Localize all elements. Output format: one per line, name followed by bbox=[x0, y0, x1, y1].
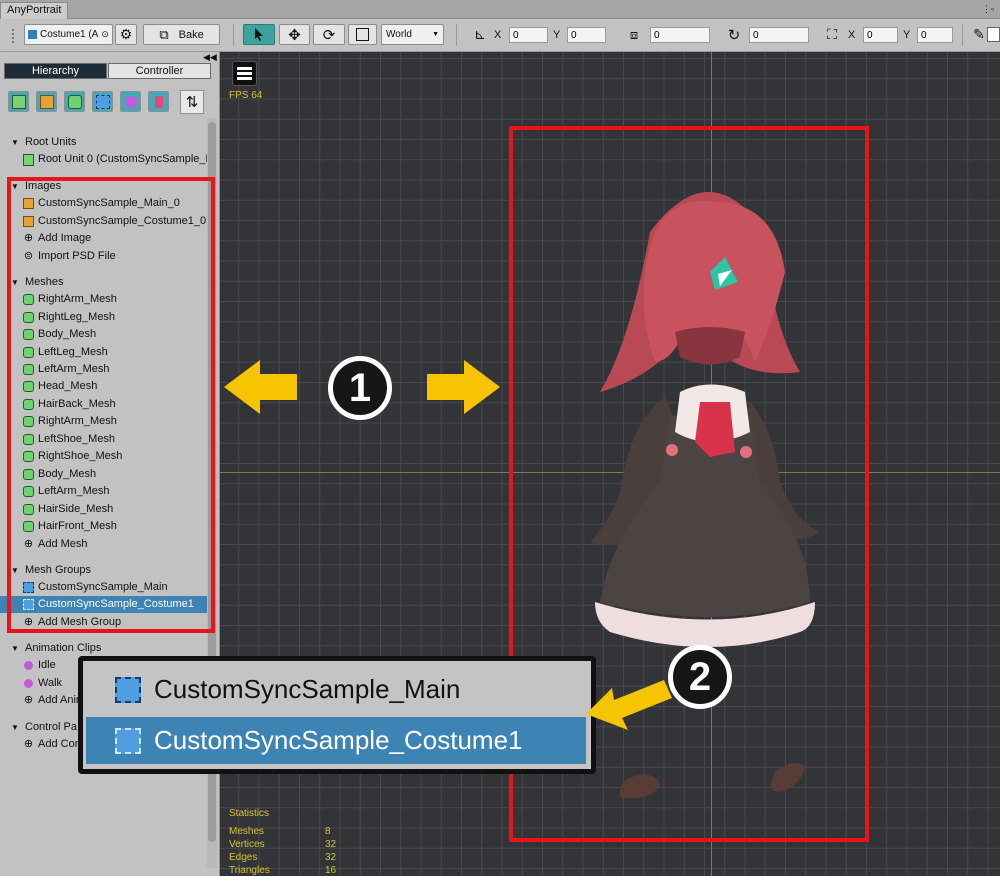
root-unit-icon bbox=[23, 153, 34, 166]
select-tool-button[interactable] bbox=[243, 24, 275, 45]
image-filter-button[interactable] bbox=[36, 91, 57, 112]
move-icon: ✥ bbox=[288, 26, 301, 44]
rotation-icon: ↻ bbox=[727, 26, 741, 44]
scale-tool-button[interactable] bbox=[348, 24, 377, 45]
mesh-icon bbox=[67, 94, 82, 109]
position-axis-icon: ⊾ bbox=[474, 26, 486, 42]
add-icon: ⊕ bbox=[23, 694, 34, 706]
cursor-icon bbox=[255, 28, 263, 41]
step-badge-1: 1 bbox=[328, 356, 392, 420]
collapse-panel-icon[interactable]: ◀◀ bbox=[203, 52, 217, 63]
image-icon bbox=[39, 94, 54, 109]
root-unit-filter-button[interactable] bbox=[8, 91, 29, 112]
window-menu-icon[interactable]: ⋮▫ bbox=[982, 4, 994, 15]
rotate-tool-button[interactable]: ⟳ bbox=[313, 24, 345, 45]
fps-counter: FPS 64 bbox=[229, 90, 263, 101]
section-animation-clips[interactable]: ▼ Animation Clips bbox=[0, 640, 207, 657]
export-icon: ⧉ bbox=[159, 26, 169, 42]
position-x-label: X bbox=[494, 29, 502, 41]
sort-button[interactable]: ⇅ bbox=[180, 90, 204, 114]
toolbar-grip bbox=[12, 29, 18, 43]
window-tab[interactable]: AnyPortrait bbox=[0, 2, 69, 19]
palette-icon bbox=[986, 27, 1000, 42]
stat-row: Vertices 32 bbox=[229, 839, 337, 850]
scale-axis-icon: ⛶ bbox=[827, 26, 837, 42]
animation-filter-button[interactable] bbox=[120, 91, 141, 112]
left-arrow-icon bbox=[224, 360, 297, 414]
space-select[interactable]: World ▼ bbox=[381, 24, 444, 45]
statistics-title: Statistics bbox=[229, 808, 270, 819]
play-icon bbox=[23, 678, 34, 689]
statistics-panel: Statistics Meshes 8 Vertices 32 Edges 32 Tr… bbox=[229, 807, 337, 876]
mesh-group-icon bbox=[95, 94, 110, 109]
sort-icon: ⇅ bbox=[185, 94, 199, 111]
toolbar-divider bbox=[233, 24, 234, 46]
viewport-menu-button[interactable] bbox=[232, 61, 257, 86]
bake-label: Bake bbox=[178, 28, 204, 41]
step-badge-2: 2 bbox=[668, 645, 732, 709]
root-unit-icon bbox=[11, 94, 26, 109]
zoom-item-main: CustomSyncSample_Main bbox=[86, 666, 586, 713]
toolbar-divider bbox=[962, 24, 963, 46]
scale-x-field[interactable] bbox=[863, 27, 898, 43]
dropdown-arrow-icon: ▼ bbox=[432, 31, 439, 38]
expand-arrow-icon[interactable]: ▼ bbox=[11, 719, 19, 736]
hierarchy-highlight-frame bbox=[7, 177, 215, 633]
control-param-icon bbox=[154, 95, 163, 108]
settings-button[interactable]: ⚙ bbox=[115, 24, 137, 45]
scale-y-field[interactable] bbox=[917, 27, 953, 43]
move-tool-button[interactable]: ✥ bbox=[279, 24, 310, 45]
position-y-field[interactable] bbox=[567, 27, 606, 43]
rotate-icon: ⟳ bbox=[322, 26, 336, 44]
tree-item-root-unit[interactable]: Root Unit 0 (CustomSyncSample_M bbox=[0, 151, 207, 168]
rotation-field[interactable] bbox=[749, 27, 809, 43]
right-arrow-icon bbox=[427, 360, 500, 414]
mesh-group-icon bbox=[114, 676, 142, 704]
toolbar: Costume1 (A ⊙ ⚙ ⧉ Bake ✥ ⟳ World ▼ ⊾ X Y… bbox=[0, 19, 1000, 52]
depth-field[interactable] bbox=[650, 27, 710, 43]
mesh-group-select-label: Costume1 (A bbox=[40, 29, 99, 40]
mesh-group-icon bbox=[28, 30, 37, 39]
space-select-label: World bbox=[386, 29, 412, 40]
position-y-label: Y bbox=[553, 29, 561, 41]
gear-icon: ⚙ bbox=[119, 26, 133, 42]
mesh-group-select[interactable]: Costume1 (A ⊙ bbox=[24, 24, 113, 45]
diagonal-arrow-icon bbox=[586, 680, 672, 730]
expand-arrow-icon[interactable]: ▼ bbox=[11, 640, 19, 657]
bake-button[interactable]: ⧉ Bake bbox=[143, 24, 220, 45]
scale-x-label: X bbox=[848, 29, 856, 41]
toolbar-divider bbox=[456, 24, 457, 46]
palette-button[interactable] bbox=[986, 24, 1000, 45]
stat-row: Triangles 16 bbox=[229, 865, 337, 876]
menu-line bbox=[237, 77, 252, 80]
menu-line bbox=[237, 72, 252, 75]
position-x-field[interactable] bbox=[509, 27, 548, 43]
add-icon: ⊕ bbox=[23, 738, 34, 750]
scale-y-label: Y bbox=[903, 29, 911, 41]
play-icon bbox=[23, 660, 34, 671]
target-icon: ⊙ bbox=[101, 29, 109, 39]
scale-icon bbox=[356, 28, 369, 41]
play-icon bbox=[124, 95, 137, 108]
control-param-filter-button[interactable] bbox=[148, 91, 169, 112]
expand-arrow-icon[interactable]: ▼ bbox=[11, 134, 19, 151]
mesh-group-icon bbox=[114, 727, 142, 755]
mesh-filter-button[interactable] bbox=[64, 91, 85, 112]
stat-row: Edges 32 bbox=[229, 852, 337, 863]
stat-row: Meshes 8 bbox=[229, 826, 331, 837]
tab-controller[interactable]: Controller bbox=[108, 63, 211, 79]
mesh-group-filter-button[interactable] bbox=[92, 91, 113, 112]
depth-icon: ⧈ bbox=[629, 26, 639, 42]
zoomed-selection-callout: CustomSyncSample_Main CustomSyncSample_C… bbox=[78, 656, 596, 774]
editor-tab-bar: AnyPortrait ⋮▫ bbox=[0, 0, 1000, 19]
menu-line bbox=[237, 67, 252, 70]
zoom-item-costume1: CustomSyncSample_Costume1 bbox=[86, 717, 586, 764]
tab-hierarchy[interactable]: Hierarchy bbox=[4, 63, 107, 79]
section-root-units[interactable]: ▼ Root Units bbox=[0, 134, 207, 151]
